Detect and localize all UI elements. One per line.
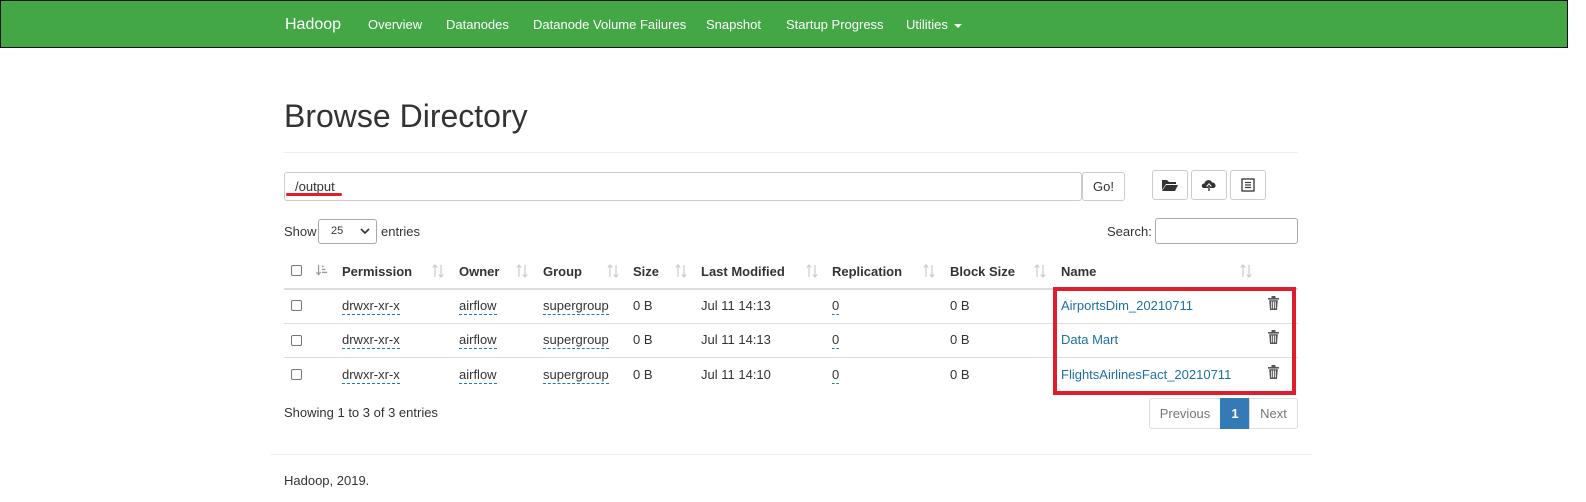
top-navbar: Hadoop Overview Datanodes Datanode Volum… [0,0,1568,48]
header-permission[interactable]: Permission [342,264,412,279]
sort-icon[interactable] [432,264,444,278]
header-replication[interactable]: Replication [832,264,902,279]
sort-icon[interactable] [806,264,818,278]
page-1-button[interactable]: 1 [1220,398,1250,429]
header-owner[interactable]: Owner [459,264,499,279]
entries-per-page-select[interactable]: 25 [318,219,377,244]
modified-cell: Jul 11 14:10 [701,367,771,382]
upload-file-button[interactable] [1191,170,1227,200]
brand-link[interactable]: Hadoop [285,16,341,34]
sort-icon[interactable] [675,264,687,278]
row-checkbox[interactable] [291,369,302,380]
cloud-upload-icon [1201,180,1216,191]
sort-icon[interactable] [923,264,935,278]
sort-icon[interactable] [1240,264,1252,278]
show-label: Show [284,224,317,239]
replication-cell[interactable]: 0 [832,332,840,349]
replication-cell[interactable]: 0 [832,367,840,384]
size-cell: 0 B [633,298,653,313]
permission-cell[interactable]: drwxr-xr-x [342,298,400,315]
sort-icon[interactable] [1034,264,1046,278]
owner-cell[interactable]: airflow [459,298,497,315]
modified-cell: Jul 11 14:13 [701,332,771,347]
owner-cell[interactable]: airflow [459,332,497,349]
table-info: Showing 1 to 3 of 3 entries [284,405,438,420]
sort-amount-icon[interactable] [316,263,328,277]
owner-cell[interactable]: airflow [459,367,497,384]
go-button[interactable]: Go! [1082,172,1125,201]
group-cell[interactable]: supergroup [543,332,609,349]
row-checkbox[interactable] [291,300,302,311]
list-icon [1241,178,1255,192]
block-size-cell: 0 B [950,298,970,313]
directory-path-input[interactable] [284,172,1082,201]
previous-page-button[interactable]: Previous [1149,398,1221,429]
group-cell[interactable]: supergroup [543,367,609,384]
sort-icon[interactable] [607,264,619,278]
chevron-down-icon [360,228,370,235]
replication-cell[interactable]: 0 [832,298,840,315]
group-cell[interactable]: supergroup [543,298,609,315]
nav-utilities-dropdown[interactable]: Utilities [906,17,962,32]
row-checkbox[interactable] [291,335,302,346]
block-size-cell: 0 B [950,367,970,382]
title-divider [284,152,1298,153]
permission-cell[interactable]: drwxr-xr-x [342,332,400,349]
header-name[interactable]: Name [1061,264,1096,279]
nav-overview[interactable]: Overview [368,17,422,32]
nav-snapshot[interactable]: Snapshot [706,17,761,32]
footer-divider [270,454,1312,455]
path-annotation-underline [286,193,342,196]
block-size-cell: 0 B [950,332,970,347]
caret-down-icon [953,23,962,28]
nav-utilities-label: Utilities [906,17,948,32]
header-block-size[interactable]: Block Size [950,264,1015,279]
header-last-modified[interactable]: Last Modified [701,264,785,279]
entries-selected-value: 25 [331,225,344,237]
view-toggle-button[interactable] [1230,170,1266,200]
header-size[interactable]: Size [633,264,659,279]
size-cell: 0 B [633,367,653,382]
entries-label: entries [381,224,421,239]
next-page-button[interactable]: Next [1249,398,1298,429]
nav-datanodes[interactable]: Datanodes [446,17,509,32]
select-all-checkbox[interactable] [291,265,302,276]
create-directory-button[interactable] [1152,170,1188,200]
page-title: Browse Directory [284,98,528,134]
size-cell: 0 B [633,332,653,347]
permission-cell[interactable]: drwxr-xr-x [342,367,400,384]
nav-datanode-volume-failures[interactable]: Datanode Volume Failures [533,17,686,32]
folder-open-icon [1162,180,1178,191]
highlight-annotation-box [1053,287,1296,395]
footer-copyright: Hadoop, 2019. [284,473,370,488]
search-label: Search: [1107,224,1152,239]
sort-icon[interactable] [516,264,528,278]
nav-startup-progress[interactable]: Startup Progress [786,17,884,32]
header-group[interactable]: Group [543,264,582,279]
modified-cell: Jul 11 14:13 [701,298,771,313]
search-input[interactable] [1155,218,1298,244]
